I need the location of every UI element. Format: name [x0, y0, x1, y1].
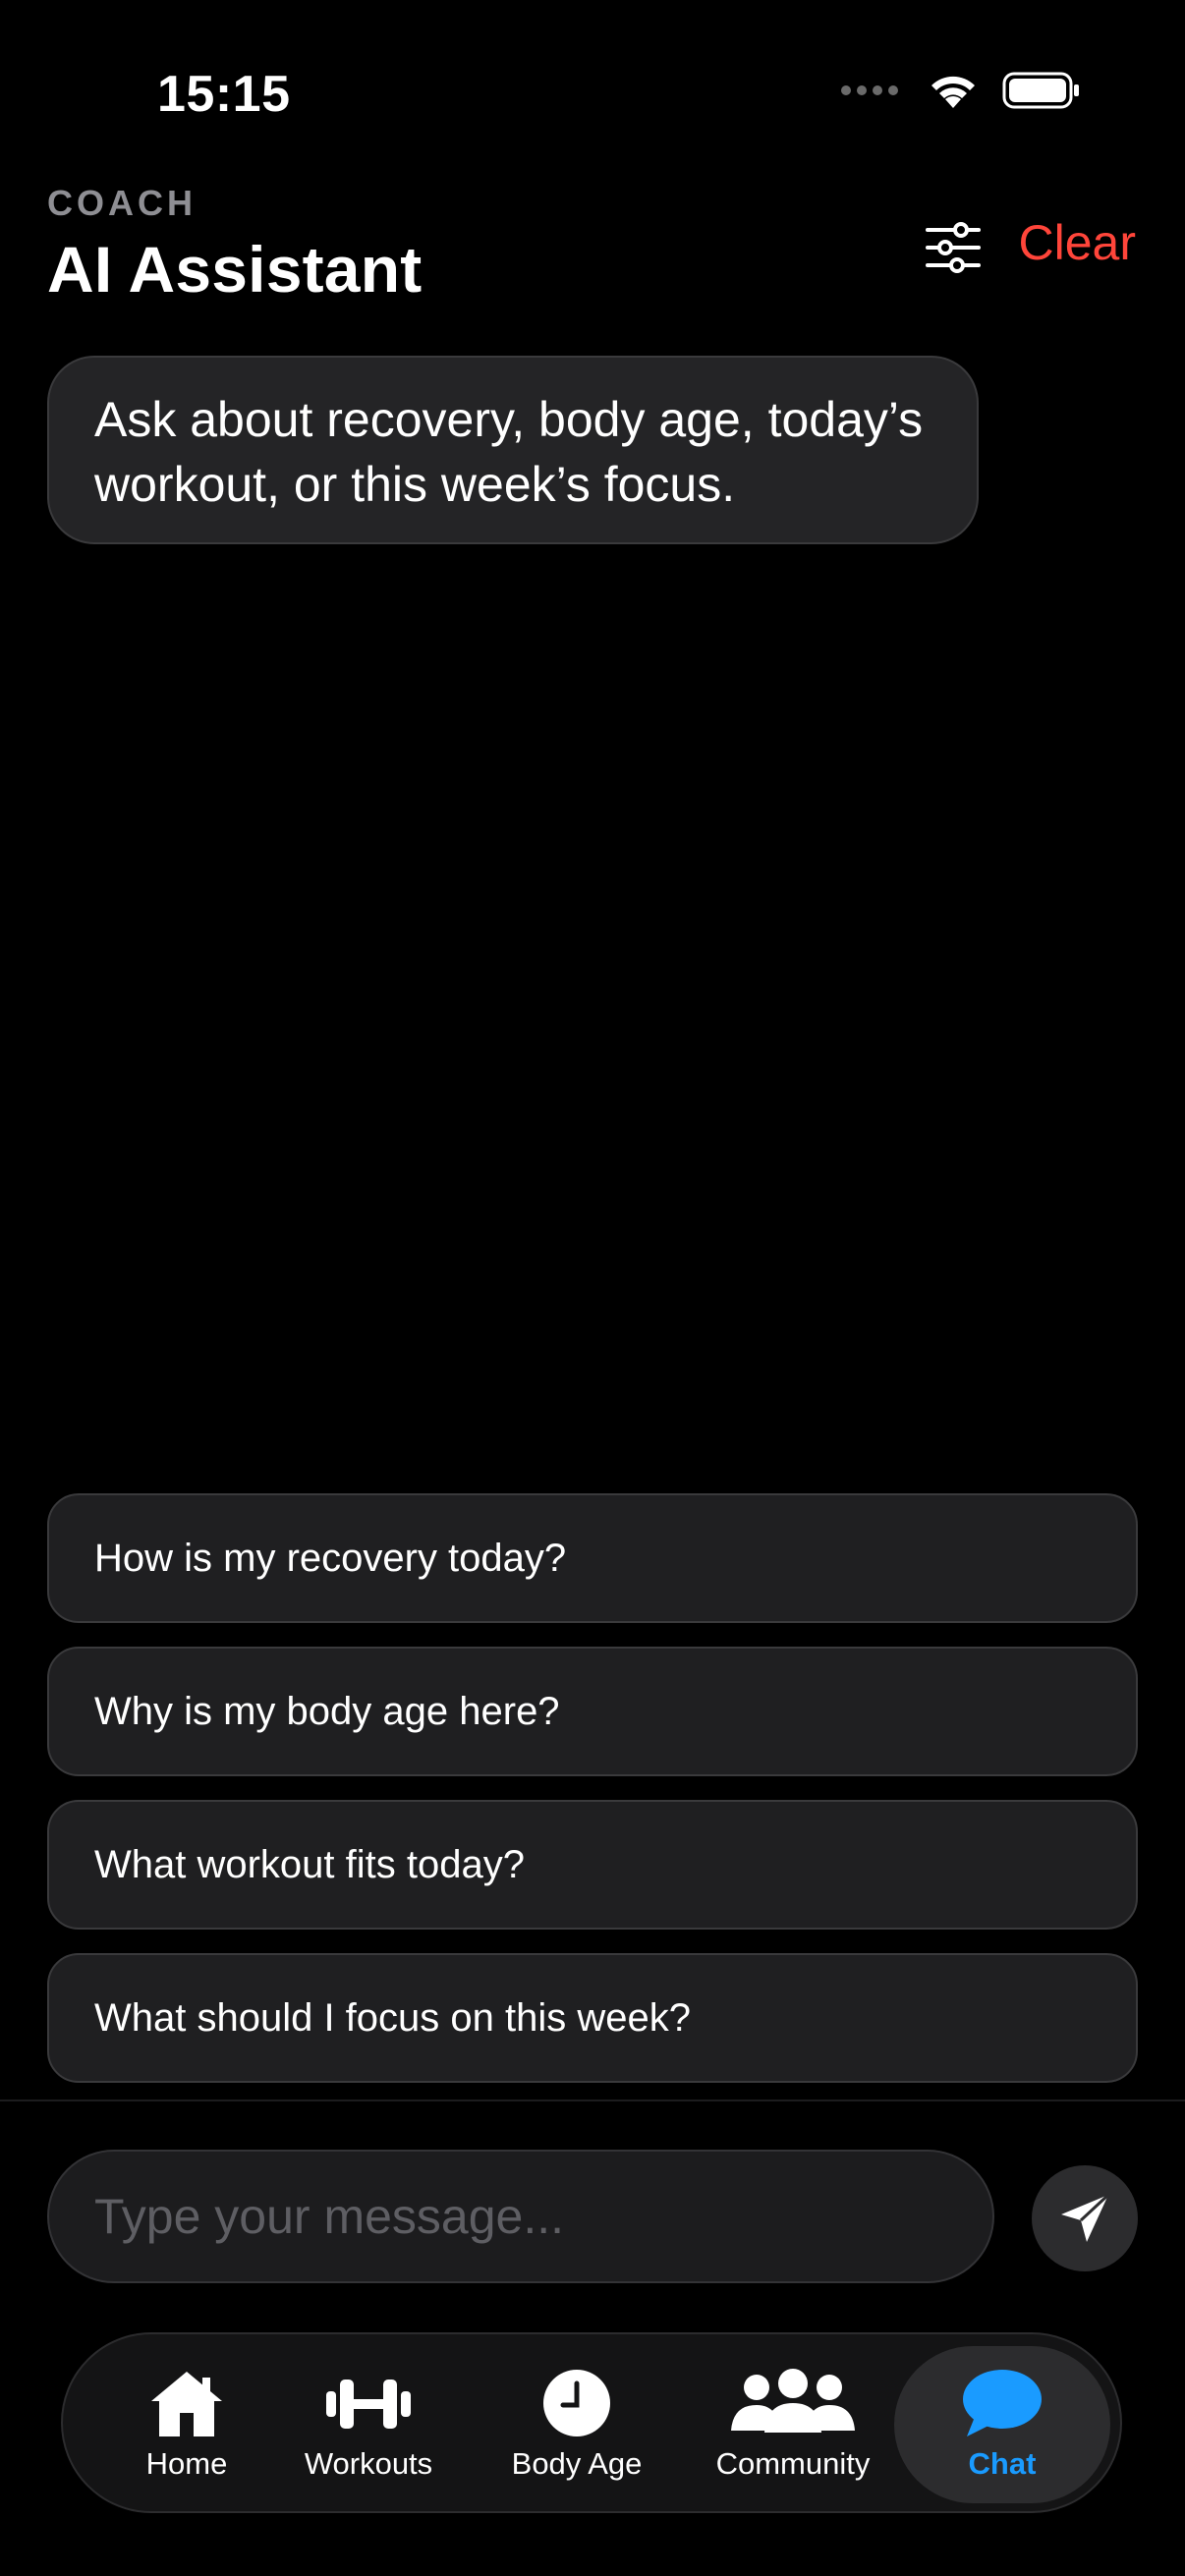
section-eyebrow: COACH: [47, 183, 197, 223]
tab-label: Home: [145, 2446, 228, 2481]
suggestion-chip-body-age[interactable]: Why is my body age here?: [47, 1647, 1138, 1776]
tab-chat[interactable]: Chat: [894, 2346, 1110, 2503]
chat-screen: 15:15 COACH AI Assistant Clear Ask about…: [0, 0, 1185, 2576]
clear-button[interactable]: Clear: [1019, 214, 1136, 271]
people-icon: [731, 2369, 855, 2433]
tab-label: Chat: [968, 2446, 1037, 2481]
suggestion-chip-recovery[interactable]: How is my recovery today?: [47, 1493, 1138, 1623]
dumbbell-icon: [326, 2380, 411, 2429]
tab-workouts[interactable]: Workouts: [295, 2334, 442, 2515]
tab-label: Workouts: [304, 2446, 433, 2481]
wifi-icon: [931, 76, 975, 108]
composer-divider: [0, 2100, 1185, 2101]
tab-body-age[interactable]: Body Age: [503, 2334, 650, 2515]
tab-bar: Home Workouts Body Age Community Chat: [61, 2332, 1122, 2513]
page-title: AI Assistant: [47, 233, 423, 306]
suggestion-chip-workout[interactable]: What workout fits today?: [47, 1800, 1138, 1930]
tab-home[interactable]: Home: [114, 2334, 259, 2515]
suggestion-chip-weekly-focus[interactable]: What should I focus on this week?: [47, 1953, 1138, 2083]
send-button[interactable]: [1032, 2165, 1138, 2271]
tab-label: Community: [715, 2446, 871, 2481]
house-icon: [151, 2372, 222, 2436]
cellular-signal-icon: [841, 85, 898, 95]
chat-bubble-icon: [963, 2370, 1042, 2436]
tab-label: Body Age: [511, 2446, 643, 2481]
settings-sliders-button[interactable]: [924, 218, 983, 277]
battery-icon: [1002, 72, 1079, 109]
status-indicators: [841, 71, 1081, 110]
tab-community[interactable]: Community: [709, 2334, 876, 2515]
status-time: 15:15: [157, 66, 291, 123]
clock-icon: [543, 2370, 610, 2436]
assistant-message-bubble: Ask about recovery, body age, today’s wo…: [47, 356, 979, 544]
paper-plane-icon: [1061, 2193, 1110, 2242]
message-input[interactable]: [47, 2150, 994, 2283]
sliders-icon: [926, 222, 981, 273]
